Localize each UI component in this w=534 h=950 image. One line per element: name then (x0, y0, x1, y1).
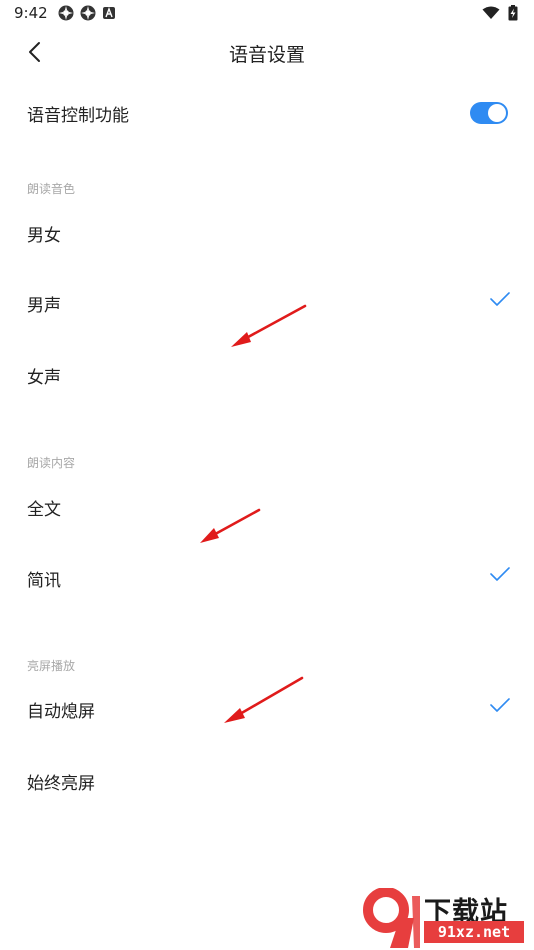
section-title-screen-on: 亮屏播放 (27, 659, 76, 673)
settings-app-icon (58, 5, 74, 21)
option-label: 女声 (27, 368, 61, 388)
voice-control-row[interactable]: 语音控制功能 (0, 88, 534, 138)
option-read-content-1[interactable]: 简讯 (0, 553, 534, 603)
watermark-domain: 91xz.net (424, 921, 524, 943)
option-voice-tone-0[interactable]: 男女 (0, 208, 534, 258)
option-label: 全文 (27, 500, 61, 520)
section-title-voice-tone: 朗读音色 (27, 182, 76, 196)
annotation-arrow-icon (200, 508, 261, 543)
settings-app-icon (80, 5, 96, 21)
option-read-content-0[interactable]: 全文 (0, 482, 534, 532)
wifi-icon (482, 6, 500, 19)
watermark: 下载站 91xz.net (360, 888, 530, 950)
annotation-arrow-icon (224, 676, 304, 723)
a-notification-icon (103, 7, 115, 19)
annotation-arrow-icon (231, 304, 307, 347)
section-title-read-content: 朗读内容 (27, 456, 76, 470)
voice-control-toggle[interactable] (470, 102, 508, 124)
page-title: 语音设置 (228, 44, 305, 66)
option-label: 男女 (27, 226, 61, 246)
battery-charging-icon (508, 5, 518, 21)
status-icons-left (58, 5, 116, 21)
option-voice-tone-2[interactable]: 女声 (0, 350, 534, 400)
watermark-logo-icon (363, 888, 420, 948)
header: 语音设置 (0, 28, 534, 78)
status-icons-right (482, 5, 518, 21)
check-icon (490, 292, 510, 306)
status-bar: 9:42 (0, 0, 534, 28)
check-icon (490, 698, 510, 712)
toggle-knob (488, 104, 506, 122)
option-label: 自动熄屏 (27, 702, 95, 722)
status-time: 9:42 (14, 4, 48, 22)
option-label: 始终亮屏 (27, 774, 95, 794)
option-label: 男声 (27, 296, 61, 316)
voice-control-label: 语音控制功能 (27, 106, 129, 126)
check-icon (490, 567, 510, 581)
option-label: 简讯 (27, 571, 61, 591)
option-screen-on-1[interactable]: 始终亮屏 (0, 756, 534, 806)
